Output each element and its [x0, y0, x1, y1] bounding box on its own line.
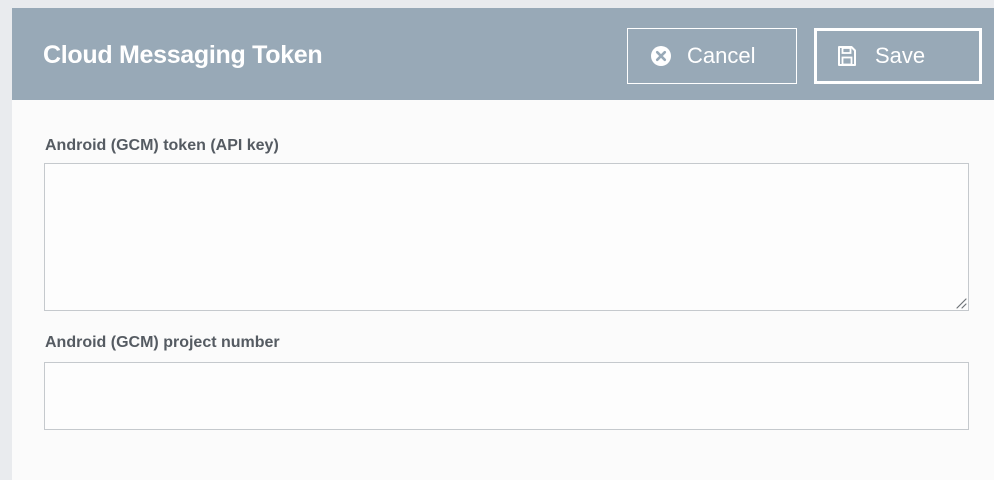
- save-button-label: Save: [875, 43, 926, 68]
- project-number-input[interactable]: [44, 362, 969, 430]
- cloud-messaging-token-dialog: Cloud Messaging Token Cancel Save Androi…: [12, 8, 994, 480]
- floppy-disk-icon: [837, 45, 857, 67]
- project-number-field-label: Android (GCM) project number: [45, 334, 280, 351]
- token-textarea[interactable]: [44, 163, 969, 311]
- close-circle-icon: [650, 45, 672, 67]
- resize-grip-icon[interactable]: [955, 297, 967, 309]
- cancel-button-label: Cancel: [687, 43, 756, 68]
- cancel-button[interactable]: Cancel: [627, 28, 797, 84]
- token-field-label: Android (GCM) token (API key): [45, 137, 279, 154]
- save-button[interactable]: Save: [814, 28, 982, 84]
- dialog-title: Cloud Messaging Token: [43, 41, 323, 69]
- dialog-header: Cloud Messaging Token Cancel Save: [12, 8, 994, 100]
